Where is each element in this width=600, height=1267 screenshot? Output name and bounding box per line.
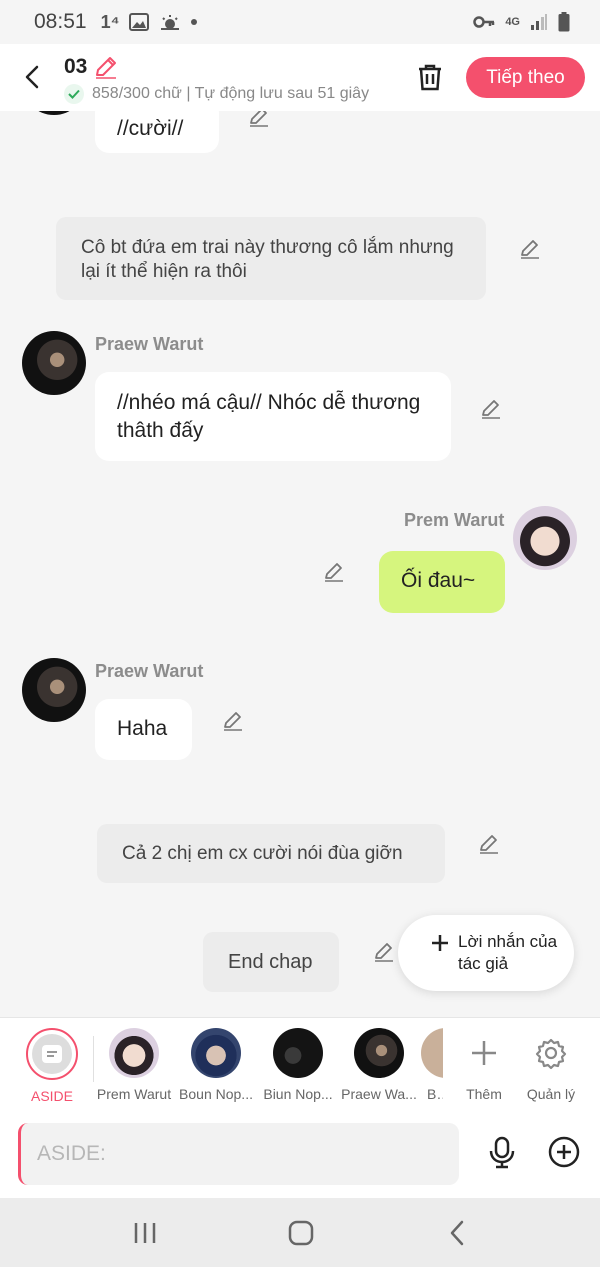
word-count-autosave: 858/300 chữ | Tự động lưu sau 51 giây bbox=[92, 85, 370, 102]
save-status: 858/300 chữ | Tự động lưu sau 51 giây bbox=[64, 84, 394, 104]
aside-text: Cả 2 chị em cx cười nói đùa giỡn bbox=[122, 843, 403, 864]
message-text: Haha bbox=[117, 717, 168, 740]
recents-icon[interactable] bbox=[130, 1218, 160, 1248]
back-icon[interactable] bbox=[18, 62, 48, 92]
input-bar bbox=[0, 1112, 600, 1198]
avatar bbox=[421, 1028, 443, 1078]
status-bar: 08:51 1⁴ 4G bbox=[0, 0, 600, 44]
character-label: Praew Wa... bbox=[341, 1086, 417, 1102]
battery-icon bbox=[558, 12, 570, 32]
author-note-label: Lời nhắn của tác giả bbox=[458, 932, 558, 973]
aside-box[interactable]: Cả 2 chị em cx cười nói đùa giỡn bbox=[97, 824, 445, 883]
image-icon bbox=[129, 13, 150, 31]
mic-icon[interactable] bbox=[485, 1135, 519, 1169]
edit-icon[interactable] bbox=[221, 709, 245, 733]
message-input[interactable] bbox=[18, 1123, 459, 1185]
aside-box[interactable]: End chap bbox=[203, 932, 339, 992]
aside-text: Cô bt đứa em trai này thương cô lắm nhưn… bbox=[81, 237, 454, 282]
plus-icon bbox=[472, 1041, 496, 1065]
chapter-title[interactable]: 03 bbox=[64, 55, 87, 79]
manage-button[interactable]: Quản lý bbox=[511, 1028, 591, 1102]
character-label: ASIDE bbox=[30, 1088, 73, 1104]
back-nav-icon[interactable] bbox=[443, 1218, 473, 1248]
edit-icon[interactable] bbox=[518, 237, 542, 261]
edit-icon[interactable] bbox=[479, 397, 503, 421]
weather-icon bbox=[161, 15, 180, 30]
system-nav-bar bbox=[0, 1198, 600, 1267]
avatar-prem[interactable] bbox=[513, 506, 577, 570]
aside-box[interactable]: Cô bt đứa em trai này thương cô lắm nhưn… bbox=[56, 217, 486, 300]
edit-title-icon[interactable] bbox=[93, 54, 119, 80]
sender-name: Prem Warut bbox=[404, 510, 505, 530]
character-praew[interactable]: Praew Wa... bbox=[339, 1028, 419, 1102]
check-icon bbox=[64, 84, 84, 104]
sender-name: Praew Warut bbox=[95, 334, 204, 354]
trash-icon[interactable] bbox=[414, 61, 446, 93]
message-bubble[interactable]: //nhéo má cậu// Nhóc dễ thương thâth đấy bbox=[95, 372, 451, 461]
character-aside[interactable]: ASIDE bbox=[12, 1028, 92, 1104]
edit-icon[interactable] bbox=[322, 560, 346, 584]
notification-count: 1⁴ bbox=[100, 11, 120, 32]
message-text: //nhéo má cậu// Nhóc dễ thương thâth đấy bbox=[117, 391, 421, 442]
chat-area[interactable]: //cười// Cô bt đứa em trai này thương cô… bbox=[0, 111, 600, 1017]
character-boun[interactable]: Boun Nop... bbox=[176, 1028, 256, 1102]
home-icon[interactable] bbox=[286, 1218, 316, 1248]
character-label: Boun Nop... bbox=[179, 1086, 253, 1102]
note-icon bbox=[42, 1045, 62, 1063]
message-bubble-top[interactable]: //cười// bbox=[95, 111, 219, 153]
avatar bbox=[191, 1028, 241, 1078]
sender-name: Praew Warut bbox=[95, 661, 204, 681]
title-row: 03 bbox=[64, 54, 119, 80]
dot-icon bbox=[191, 19, 198, 25]
add-circle-icon[interactable] bbox=[547, 1135, 581, 1169]
gear-icon bbox=[535, 1038, 567, 1070]
manage-label: Quản lý bbox=[526, 1086, 576, 1102]
aside-text: End chap bbox=[228, 951, 313, 973]
editor-header: 03 858/300 chữ | Tự động lưu sau 51 giây… bbox=[0, 44, 600, 111]
avatar bbox=[109, 1028, 159, 1078]
next-button[interactable]: Tiếp theo bbox=[466, 57, 585, 98]
author-note-button[interactable]: Lời nhắn của tác giả bbox=[398, 915, 574, 991]
edit-icon[interactable] bbox=[372, 940, 396, 964]
network-type: 4G bbox=[505, 16, 520, 28]
avatar bbox=[273, 1028, 323, 1078]
status-icons-left: 1⁴ bbox=[101, 12, 198, 33]
character-biun[interactable]: Biun Nop... bbox=[258, 1028, 338, 1102]
signal-icon bbox=[531, 14, 547, 30]
character-label: Bả bbox=[427, 1086, 443, 1102]
character-prem[interactable]: Prem Warut bbox=[94, 1028, 174, 1102]
character-label: Prem Warut bbox=[96, 1086, 172, 1102]
status-icons-right: 4G bbox=[473, 12, 570, 32]
edit-icon[interactable] bbox=[477, 832, 501, 856]
aside-avatar bbox=[26, 1028, 78, 1080]
avatar-praew[interactable] bbox=[22, 658, 86, 722]
character-partial[interactable]: Bả bbox=[421, 1028, 443, 1102]
avatar-praew-partial bbox=[22, 111, 86, 115]
plus-icon bbox=[432, 935, 448, 951]
avatar-praew[interactable] bbox=[22, 331, 86, 395]
message-bubble-right[interactable]: Ối đau~ bbox=[379, 551, 505, 613]
message-text: Ối đau~ bbox=[401, 569, 476, 592]
message-text: //cười// bbox=[117, 117, 184, 140]
avatar bbox=[354, 1028, 404, 1078]
status-time: 08:51 bbox=[34, 10, 87, 33]
edit-icon[interactable] bbox=[247, 111, 271, 129]
character-label: Biun Nop... bbox=[263, 1086, 333, 1102]
message-bubble[interactable]: Haha bbox=[95, 699, 192, 760]
character-bar: ASIDE Prem Warut Boun Nop... Biun Nop...… bbox=[0, 1017, 600, 1112]
key-icon bbox=[473, 16, 495, 28]
